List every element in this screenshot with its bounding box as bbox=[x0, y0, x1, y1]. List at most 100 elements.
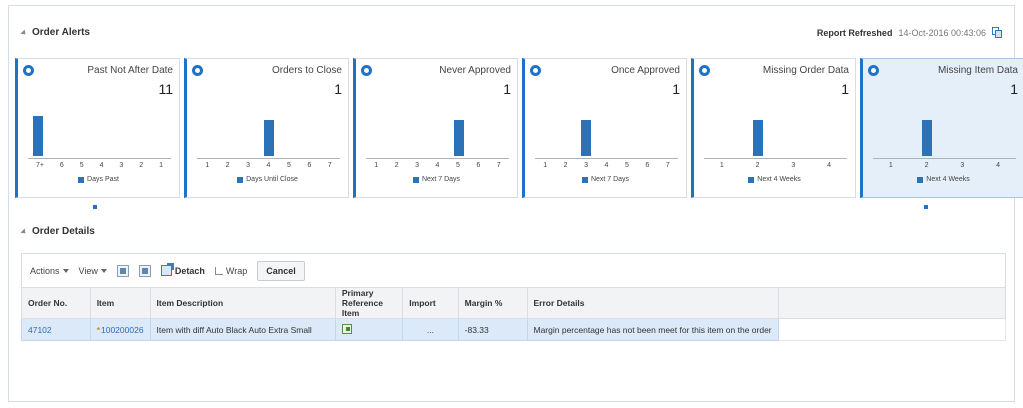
tick-label: 7 bbox=[327, 162, 332, 169]
tick-label: 3 bbox=[246, 162, 250, 169]
actions-menu[interactable]: Actions bbox=[30, 266, 69, 276]
tile-chart-ticks: 1 2 3 4 5 6 7 bbox=[535, 162, 678, 169]
legend-label: Next 7 Days bbox=[590, 176, 630, 183]
tile-chart-bar[interactable] bbox=[453, 120, 464, 156]
collapse-triangle-icon[interactable] bbox=[20, 28, 28, 37]
cancel-button[interactable]: Cancel bbox=[257, 260, 305, 281]
details-toolbar: Actions View Detach Wrap Cancel bbox=[21, 253, 1006, 287]
tile-chart-axis bbox=[704, 158, 847, 159]
order-details-header[interactable]: Order Details bbox=[20, 226, 95, 237]
column-header-item[interactable]: Item bbox=[89, 287, 151, 319]
tick-label: 6 bbox=[476, 162, 481, 169]
primary-reference-icon[interactable] bbox=[341, 323, 352, 334]
wrap-button[interactable]: Wrap bbox=[214, 266, 247, 276]
tile-legend: Days Until Close bbox=[187, 176, 348, 183]
alert-tiles: Past Not After Date 11 7+ 6 5 4 3 2 1 Days Past Or… bbox=[15, 58, 1023, 198]
tile-chart-bar[interactable] bbox=[753, 120, 763, 156]
legend-swatch bbox=[412, 176, 419, 183]
tile-status-icon bbox=[699, 65, 710, 76]
tile-status-icon bbox=[361, 65, 372, 76]
tile-chart-bar[interactable] bbox=[33, 116, 44, 156]
column-header-primary-reference-item[interactable]: Primary Reference Item bbox=[334, 287, 404, 319]
detach-button[interactable]: Detach bbox=[160, 263, 205, 276]
copy-icon[interactable] bbox=[992, 27, 1002, 38]
primary-reference-item-cell[interactable] bbox=[334, 318, 404, 341]
legend-label: Next 4 Weeks bbox=[757, 176, 801, 183]
margin-cell: -83.33 bbox=[457, 318, 528, 341]
alert-tile[interactable]: Missing Item Data 1 1 2 3 4 Next 4 Weeks bbox=[860, 58, 1023, 198]
column-header-item-description[interactable]: Item Description bbox=[149, 287, 336, 319]
view-label: View bbox=[78, 265, 98, 276]
tick-label: 4 bbox=[266, 162, 271, 169]
legend-swatch bbox=[237, 176, 244, 183]
tile-status-icon bbox=[868, 65, 879, 76]
table-row[interactable]: 47102 *100200026 Item with diff Auto Bla… bbox=[21, 318, 1007, 341]
freeze-icon[interactable] bbox=[116, 264, 129, 277]
tick-label: 1 bbox=[719, 162, 724, 169]
tick-label: 1 bbox=[374, 162, 379, 169]
export-icon[interactable] bbox=[138, 264, 151, 277]
order-no-cell[interactable]: 47102 bbox=[21, 318, 91, 341]
collapse-triangle-icon[interactable] bbox=[20, 227, 28, 236]
report-refreshed: Report Refreshed 14-Oct-2016 00:43:06 bbox=[817, 27, 1002, 38]
tick-label: 4 bbox=[435, 162, 440, 169]
tile-count: 1 bbox=[672, 81, 680, 97]
view-menu[interactable]: View bbox=[79, 266, 107, 276]
tick-label: 2 bbox=[225, 162, 230, 169]
order-alerts-header[interactable]: Order Alerts bbox=[20, 27, 90, 38]
tile-chart-bar[interactable] bbox=[264, 120, 274, 156]
column-header-import[interactable]: Import bbox=[402, 287, 459, 319]
tile-legend: Days Past bbox=[18, 176, 179, 183]
column-header-error-details[interactable]: Error Details bbox=[526, 287, 779, 319]
filler-cell bbox=[777, 318, 1007, 341]
tile-count: 1 bbox=[503, 81, 511, 97]
tile-title: Orders to Close bbox=[271, 65, 342, 76]
tile-title: Never Approved bbox=[439, 65, 511, 76]
tile-chart-axis bbox=[28, 158, 171, 159]
legend-swatch bbox=[917, 176, 924, 183]
tile-legend: Next 4 Weeks bbox=[863, 176, 1023, 183]
tick-label: 5 bbox=[455, 162, 460, 169]
tile-count: 11 bbox=[158, 81, 173, 97]
legend-label: Next 4 Weeks bbox=[926, 176, 970, 183]
chevron-down-icon bbox=[62, 268, 69, 273]
tick-label: 1 bbox=[543, 162, 548, 169]
report-refreshed-time: 14-Oct-2016 00:43:06 bbox=[898, 27, 986, 38]
tick-label: 4 bbox=[604, 162, 609, 169]
main-panel: Order Alerts Report Refreshed 14-Oct-201… bbox=[8, 5, 1023, 402]
tick-label: 2 bbox=[563, 162, 568, 169]
tick-label: 7 bbox=[496, 162, 501, 169]
tile-chart-ticks: 1 2 3 4 bbox=[873, 162, 1016, 169]
tick-label: 4 bbox=[996, 162, 1001, 169]
legend-swatch bbox=[581, 176, 588, 183]
order-details-table: Order No. Item Item Description Primary … bbox=[21, 287, 1007, 341]
error-details-cell: Margin percentage has not been meet for … bbox=[526, 318, 779, 341]
tile-chart-ticks: 1 2 3 4 5 6 7 bbox=[366, 162, 509, 169]
alert-tile[interactable]: Once Approved 1 1 2 3 4 5 6 7 Next 7 Days bbox=[522, 58, 687, 198]
tick-label: 6 bbox=[307, 162, 312, 169]
detach-label: Detach bbox=[174, 265, 205, 276]
tick-label: 2 bbox=[755, 162, 760, 169]
tile-title: Missing Order Data bbox=[762, 65, 849, 76]
tile-chart-bar[interactable] bbox=[922, 120, 932, 156]
chevron-down-icon bbox=[100, 268, 107, 273]
actions-label: Actions bbox=[30, 265, 60, 276]
column-header-order-no[interactable]: Order No. bbox=[21, 287, 91, 319]
item-value: 100200026 bbox=[101, 324, 144, 335]
tick-label: 4 bbox=[99, 162, 104, 169]
tick-label: 4 bbox=[827, 162, 832, 169]
tile-title: Past Not After Date bbox=[87, 65, 173, 76]
alert-tile[interactable]: Never Approved 1 1 2 3 4 5 6 7 Next 7 Days bbox=[353, 58, 518, 198]
legend-swatch bbox=[748, 176, 755, 183]
alert-tile[interactable]: Orders to Close 1 1 2 3 4 5 6 7 Days Until Close bbox=[184, 58, 349, 198]
tile-chart-bar[interactable] bbox=[581, 120, 592, 156]
tile-legend: Next 4 Weeks bbox=[694, 176, 855, 183]
tile-chart-axis bbox=[197, 158, 340, 159]
legend-swatch bbox=[78, 176, 85, 183]
column-header-margin[interactable]: Margin % bbox=[457, 287, 528, 319]
alert-tile[interactable]: Past Not After Date 11 7+ 6 5 4 3 2 1 Days Past bbox=[15, 58, 180, 198]
tile-status-icon bbox=[23, 65, 34, 76]
alert-tile[interactable]: Missing Order Data 1 1 2 3 4 Next 4 Weeks bbox=[691, 58, 856, 198]
tick-label: 6 bbox=[645, 162, 650, 169]
item-cell[interactable]: *100200026 bbox=[89, 318, 151, 341]
